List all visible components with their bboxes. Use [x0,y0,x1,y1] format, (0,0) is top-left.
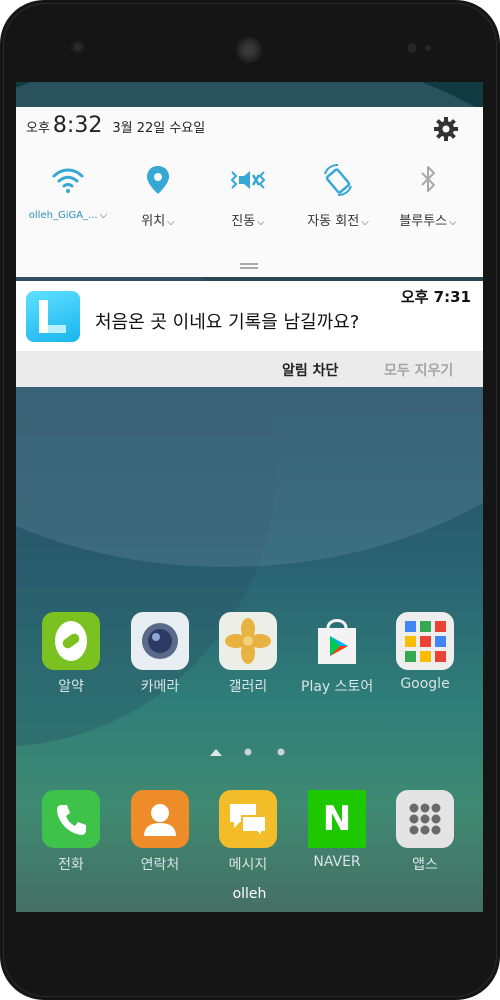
clock-time: 8:32 [52,113,103,138]
toggle-location[interactable]: 위치 ⌵ [113,162,203,229]
location-icon [138,162,178,198]
dock-naver[interactable]: N NAVER [301,790,373,870]
app-label: 갤러리 [228,679,268,695]
notification-actions-bar: 알림 차단 모두 지우기 [16,351,483,387]
toggle-label: 위치 [141,214,166,229]
chevron-down-icon: ⌵ [361,217,369,228]
proximity-sensor [407,43,417,53]
naver-glyph: N [322,799,352,839]
play-store-icon [308,612,366,670]
screen: 알약 카메라 갤러리 Play 스토어 Google 전화 연락처 메시지 N … [16,82,483,912]
vibrate-icon [228,162,268,198]
dock-phone[interactable]: 전화 [35,790,107,874]
naver-icon: N [308,790,366,848]
apps-grid-icon [396,790,454,848]
rotate-icon [318,162,358,198]
home-page-icon [210,749,222,756]
app-label: 카메라 [140,679,180,695]
app-label: Play 스토어 [301,679,374,695]
panel-expand-handle[interactable] [240,263,258,269]
phone-frame: 알약 카메라 갤러리 Play 스토어 Google 전화 연락처 메시지 N … [0,0,500,1000]
chevron-down-icon: ⌵ [167,217,175,228]
toggle-vibrate[interactable]: 진동 ⌵ [203,162,293,229]
chevron-down-icon: ⌵ [99,210,108,221]
page-indicator [209,742,289,756]
app-gallery[interactable]: 갤러리 [212,612,284,696]
light-sensor [425,45,431,51]
earpiece-speaker [236,37,262,63]
toggle-wifi[interactable]: olleh_GiGA_... ⌵ [23,162,113,221]
dock-apps[interactable]: 앱스 [389,790,461,874]
block-notifications-button[interactable]: 알림 차단 [282,360,338,380]
clear-all-button[interactable]: 모두 지우기 [384,360,453,380]
app-google-folder[interactable]: Google [389,612,461,692]
quick-settings-panel: 오후 8:32 3월 22일 수요일 olleh_GiGA_... ⌵ 위치 ⌵… [16,107,483,277]
wifi-icon [48,162,88,198]
app-label: 전화 [58,857,84,873]
toggle-label: 자동 회전 [307,214,360,229]
bluetooth-icon [408,162,448,198]
toggle-rotate[interactable]: 자동 회전 ⌵ [293,162,383,229]
panel-clock: 오후 8:32 3월 22일 수요일 [26,113,205,143]
google-folder-icon [396,612,454,670]
toggle-label: 블루투스 [399,214,448,229]
ampm: 오후 [26,121,50,136]
dock-contacts[interactable]: 연락처 [124,790,196,874]
chevron-down-icon: ⌵ [449,217,457,228]
app-label: 연락처 [140,857,180,873]
app-label: 앱스 [412,857,438,873]
app-alyac[interactable]: 알약 [35,612,107,696]
app-label: Google [400,676,450,692]
app-label: 알약 [58,679,84,695]
alyac-icon [42,612,100,670]
dock-messages[interactable]: 메시지 [212,790,284,874]
app-camera[interactable]: 카메라 [124,612,196,696]
gear-icon[interactable] [432,115,460,143]
camera-icon [131,612,189,670]
app-label: NAVER [313,854,361,870]
app-play-store[interactable]: Play 스토어 [301,612,373,696]
chevron-down-icon: ⌵ [257,217,265,228]
app-l-icon [26,291,80,342]
toggle-label: olleh_GiGA_... [28,210,98,221]
contacts-icon [131,790,189,848]
toggle-label: 진동 [231,214,256,229]
toggle-bluetooth[interactable]: 블루투스 ⌵ [383,162,473,229]
phone-icon [42,790,100,848]
notification-text: 처음온 곳 이네요 기록을 남길까요? [95,312,360,333]
gallery-icon [219,612,277,670]
messages-icon [219,790,277,848]
front-camera [71,40,85,54]
date-label: 3월 22일 수요일 [112,121,206,136]
app-label: 메시지 [228,857,268,873]
carrier-label: olleh [232,886,267,902]
notification-card[interactable]: 처음온 곳 이네요 기록을 남길까요? 오후 7:31 [16,281,483,351]
notification-time: 오후 7:31 [400,288,471,306]
